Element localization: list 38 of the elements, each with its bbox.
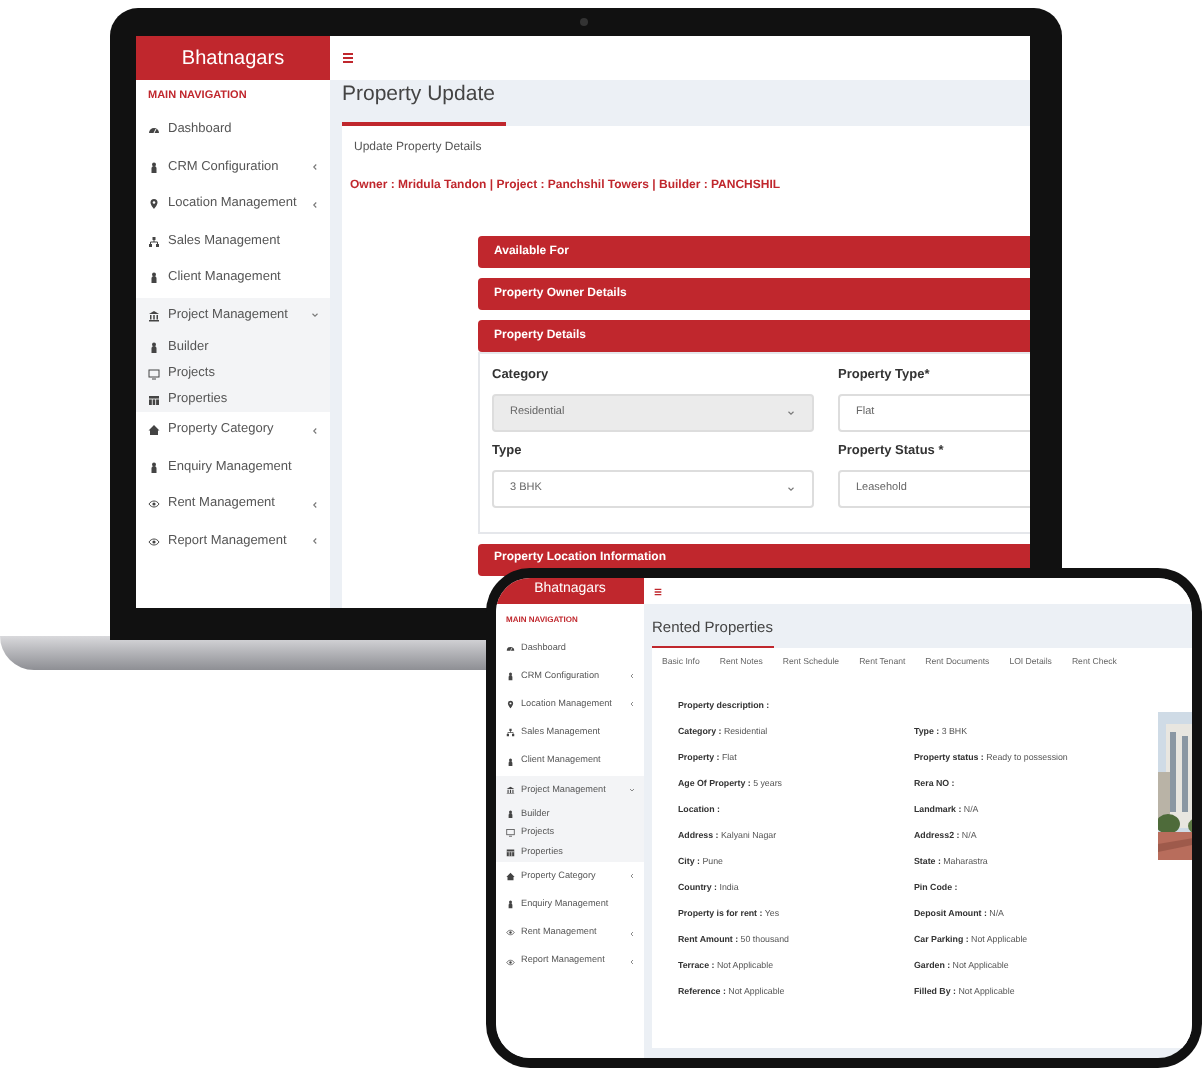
chevron-icon	[786, 407, 796, 418]
chevron-icon	[310, 199, 320, 210]
chevron-icon	[310, 536, 320, 547]
sitemap-icon	[148, 235, 160, 248]
grid-icon	[506, 848, 515, 858]
chevron-icon	[310, 310, 320, 321]
camera-icon	[580, 18, 588, 26]
eye-icon	[506, 928, 515, 938]
brand-header: Bhatnagars	[136, 36, 330, 80]
bank-icon	[506, 785, 515, 795]
gauge-icon	[506, 643, 515, 653]
bank-icon	[148, 309, 160, 322]
eye-icon	[148, 498, 160, 511]
menu-icon	[654, 587, 662, 595]
pin-icon	[506, 700, 515, 710]
chevron-icon	[310, 162, 320, 173]
pin-icon	[148, 198, 160, 211]
house-icon	[148, 424, 160, 437]
eye-icon	[506, 957, 515, 967]
sitemap-icon	[506, 728, 515, 738]
grid-icon	[148, 393, 160, 405]
house-icon	[506, 872, 515, 882]
person-icon	[506, 809, 515, 819]
monitor-icon	[148, 367, 160, 379]
chevron-icon	[310, 425, 320, 436]
eye-icon	[148, 535, 160, 548]
person-icon	[148, 161, 160, 174]
monitor-icon	[506, 828, 515, 838]
menu-icon	[342, 52, 354, 64]
person-icon	[506, 672, 515, 682]
person-icon	[506, 900, 515, 910]
person-icon	[148, 341, 160, 353]
person-icon	[506, 757, 515, 767]
chevron-icon	[310, 499, 320, 510]
gauge-icon	[148, 124, 160, 137]
chevron-icon	[786, 483, 796, 493]
person-icon	[148, 272, 160, 285]
person-icon	[148, 461, 160, 474]
